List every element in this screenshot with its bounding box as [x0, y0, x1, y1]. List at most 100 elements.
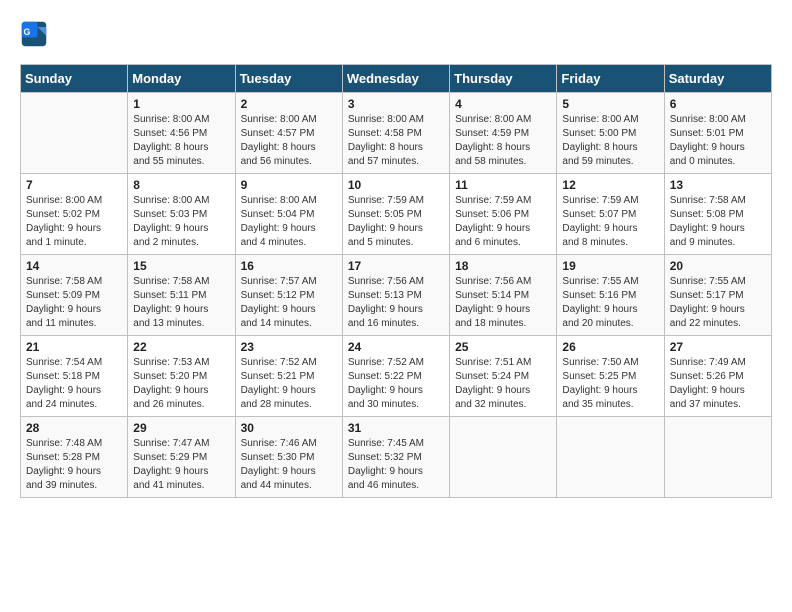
calendar-cell: 16Sunrise: 7:57 AMSunset: 5:12 PMDayligh…	[235, 255, 342, 336]
day-info: Sunrise: 7:50 AMSunset: 5:25 PMDaylight:…	[562, 356, 658, 412]
day-number: 20	[670, 259, 766, 273]
day-info: Sunrise: 8:00 AMSunset: 4:58 PMDaylight:…	[348, 113, 444, 169]
day-number: 12	[562, 178, 658, 192]
calendar-cell: 19 Sunrise: 7:55 AMSunset: 5:16 PMDayligh…	[557, 255, 664, 336]
calendar-week-2: 7 Sunrise: 8:00 AMSunset: 5:02 PMDaylight…	[21, 174, 772, 255]
day-number: 5	[562, 97, 658, 111]
day-number: 15	[133, 259, 229, 273]
day-header-thursday: Thursday	[450, 65, 557, 93]
day-info: Sunrise: 8:00 AMSunset: 5:03 PMDaylight:…	[133, 194, 229, 250]
day-info: Sunrise: 7:56 AMSunset: 5:13 PMDaylight:…	[348, 275, 444, 331]
day-info: Sunrise: 7:55 AMSunset: 5:16 PMDaylight:…	[562, 275, 658, 331]
day-info: Sunrise: 7:56 AMSunset: 5:14 PMDaylight:…	[455, 275, 551, 331]
day-info: Sunrise: 8:00 AMSunset: 5:00 PMDaylight:…	[562, 113, 658, 169]
calendar-cell: 12 Sunrise: 7:59 AMSunset: 5:07 PMDayligh…	[557, 174, 664, 255]
day-number: 10	[348, 178, 444, 192]
calendar-cell: 22Sunrise: 7:53 AMSunset: 5:20 PMDayligh…	[128, 336, 235, 417]
calendar-cell: 29Sunrise: 7:47 AMSunset: 5:29 PMDayligh…	[128, 417, 235, 498]
day-number: 18	[455, 259, 551, 273]
calendar-cell	[450, 417, 557, 498]
day-info: Sunrise: 7:59 AMSunset: 5:07 PMDaylight:…	[562, 194, 658, 250]
calendar-cell: 5 Sunrise: 8:00 AMSunset: 5:00 PMDaylight…	[557, 93, 664, 174]
day-info: Sunrise: 7:45 AMSunset: 5:32 PMDaylight:…	[348, 437, 444, 493]
day-number: 26	[562, 340, 658, 354]
day-number: 11	[455, 178, 551, 192]
calendar-cell	[557, 417, 664, 498]
calendar-cell: 27Sunrise: 7:49 AMSunset: 5:26 PMDayligh…	[664, 336, 771, 417]
day-number: 2	[241, 97, 337, 111]
calendar-cell: 24 Sunrise: 7:52 AMSunset: 5:22 PMDayligh…	[342, 336, 449, 417]
calendar-cell: 28 Sunrise: 7:48 AMSunset: 5:28 PMDayligh…	[21, 417, 128, 498]
day-number: 3	[348, 97, 444, 111]
calendar-week-1: 1Sunrise: 8:00 AMSunset: 4:56 PMDaylight…	[21, 93, 772, 174]
calendar-cell: 26 Sunrise: 7:50 AMSunset: 5:25 PMDayligh…	[557, 336, 664, 417]
calendar-cell	[21, 93, 128, 174]
calendar-cell: 30Sunrise: 7:46 AMSunset: 5:30 PMDayligh…	[235, 417, 342, 498]
day-number: 9	[241, 178, 337, 192]
day-info: Sunrise: 8:00 AMSunset: 4:59 PMDaylight:…	[455, 113, 551, 169]
calendar-cell: 18 Sunrise: 7:56 AMSunset: 5:14 PMDayligh…	[450, 255, 557, 336]
day-info: Sunrise: 8:00 AMSunset: 4:56 PMDaylight:…	[133, 113, 229, 169]
day-info: Sunrise: 7:58 AMSunset: 5:11 PMDaylight:…	[133, 275, 229, 331]
calendar-cell	[664, 417, 771, 498]
day-number: 6	[670, 97, 766, 111]
calendar-cell: 3 Sunrise: 8:00 AMSunset: 4:58 PMDaylight…	[342, 93, 449, 174]
day-number: 7	[26, 178, 122, 192]
day-number: 16	[241, 259, 337, 273]
day-info: Sunrise: 7:51 AMSunset: 5:24 PMDaylight:…	[455, 356, 551, 412]
day-info: Sunrise: 7:54 AMSunset: 5:18 PMDaylight:…	[26, 356, 122, 412]
day-info: Sunrise: 7:48 AMSunset: 5:28 PMDaylight:…	[26, 437, 122, 493]
day-number: 24	[348, 340, 444, 354]
day-header-wednesday: Wednesday	[342, 65, 449, 93]
day-number: 22	[133, 340, 229, 354]
calendar-cell: 10Sunrise: 7:59 AMSunset: 5:05 PMDayligh…	[342, 174, 449, 255]
calendar-cell: 8Sunrise: 8:00 AMSunset: 5:03 PMDaylight…	[128, 174, 235, 255]
day-info: Sunrise: 8:00 AMSunset: 4:57 PMDaylight:…	[241, 113, 337, 169]
calendar-cell: 11Sunrise: 7:59 AMSunset: 5:06 PMDayligh…	[450, 174, 557, 255]
calendar-cell: 23Sunrise: 7:52 AMSunset: 5:21 PMDayligh…	[235, 336, 342, 417]
day-info: Sunrise: 8:00 AMSunset: 5:04 PMDaylight:…	[241, 194, 337, 250]
day-number: 21	[26, 340, 122, 354]
day-header-saturday: Saturday	[664, 65, 771, 93]
day-number: 19	[562, 259, 658, 273]
day-header-monday: Monday	[128, 65, 235, 93]
calendar-cell: 21 Sunrise: 7:54 AMSunset: 5:18 PMDayligh…	[21, 336, 128, 417]
calendar-cell: 17 Sunrise: 7:56 AMSunset: 5:13 PMDayligh…	[342, 255, 449, 336]
calendar-cell: 9 Sunrise: 8:00 AMSunset: 5:04 PMDaylight…	[235, 174, 342, 255]
calendar-cell: 4Sunrise: 8:00 AMSunset: 4:59 PMDaylight…	[450, 93, 557, 174]
day-info: Sunrise: 8:00 AMSunset: 5:02 PMDaylight:…	[26, 194, 122, 250]
calendar-cell: 6 Sunrise: 8:00 AMSunset: 5:01 PMDaylight…	[664, 93, 771, 174]
logo-icon: G	[20, 20, 48, 48]
day-info: Sunrise: 8:00 AMSunset: 5:01 PMDaylight:…	[670, 113, 766, 169]
calendar-cell: 14Sunrise: 7:58 AMSunset: 5:09 PMDayligh…	[21, 255, 128, 336]
day-info: Sunrise: 7:55 AMSunset: 5:17 PMDaylight:…	[670, 275, 766, 331]
calendar-cell: 7 Sunrise: 8:00 AMSunset: 5:02 PMDaylight…	[21, 174, 128, 255]
calendar-body: 1Sunrise: 8:00 AMSunset: 4:56 PMDaylight…	[21, 93, 772, 498]
day-number: 17	[348, 259, 444, 273]
logo: G	[20, 20, 52, 48]
day-number: 29	[133, 421, 229, 435]
day-info: Sunrise: 7:46 AMSunset: 5:30 PMDaylight:…	[241, 437, 337, 493]
calendar-cell: 20 Sunrise: 7:55 AMSunset: 5:17 PMDayligh…	[664, 255, 771, 336]
day-number: 31	[348, 421, 444, 435]
calendar-table: SundayMondayTuesdayWednesdayThursdayFrid…	[20, 64, 772, 498]
day-number: 27	[670, 340, 766, 354]
day-info: Sunrise: 7:58 AMSunset: 5:09 PMDaylight:…	[26, 275, 122, 331]
day-header-sunday: Sunday	[21, 65, 128, 93]
calendar-cell: 25 Sunrise: 7:51 AMSunset: 5:24 PMDayligh…	[450, 336, 557, 417]
day-header-friday: Friday	[557, 65, 664, 93]
day-info: Sunrise: 7:52 AMSunset: 5:22 PMDaylight:…	[348, 356, 444, 412]
day-header-tuesday: Tuesday	[235, 65, 342, 93]
day-number: 25	[455, 340, 551, 354]
calendar-cell: 2 Sunrise: 8:00 AMSunset: 4:57 PMDaylight…	[235, 93, 342, 174]
calendar-cell: 1Sunrise: 8:00 AMSunset: 4:56 PMDaylight…	[128, 93, 235, 174]
calendar-cell: 31 Sunrise: 7:45 AMSunset: 5:32 PMDayligh…	[342, 417, 449, 498]
day-number: 23	[241, 340, 337, 354]
calendar-header-row: SundayMondayTuesdayWednesdayThursdayFrid…	[21, 65, 772, 93]
page-header: G	[20, 20, 772, 48]
svg-text:G: G	[24, 27, 31, 37]
calendar-week-3: 14Sunrise: 7:58 AMSunset: 5:09 PMDayligh…	[21, 255, 772, 336]
day-info: Sunrise: 7:58 AMSunset: 5:08 PMDaylight:…	[670, 194, 766, 250]
calendar-week-5: 28 Sunrise: 7:48 AMSunset: 5:28 PMDayligh…	[21, 417, 772, 498]
day-number: 28	[26, 421, 122, 435]
